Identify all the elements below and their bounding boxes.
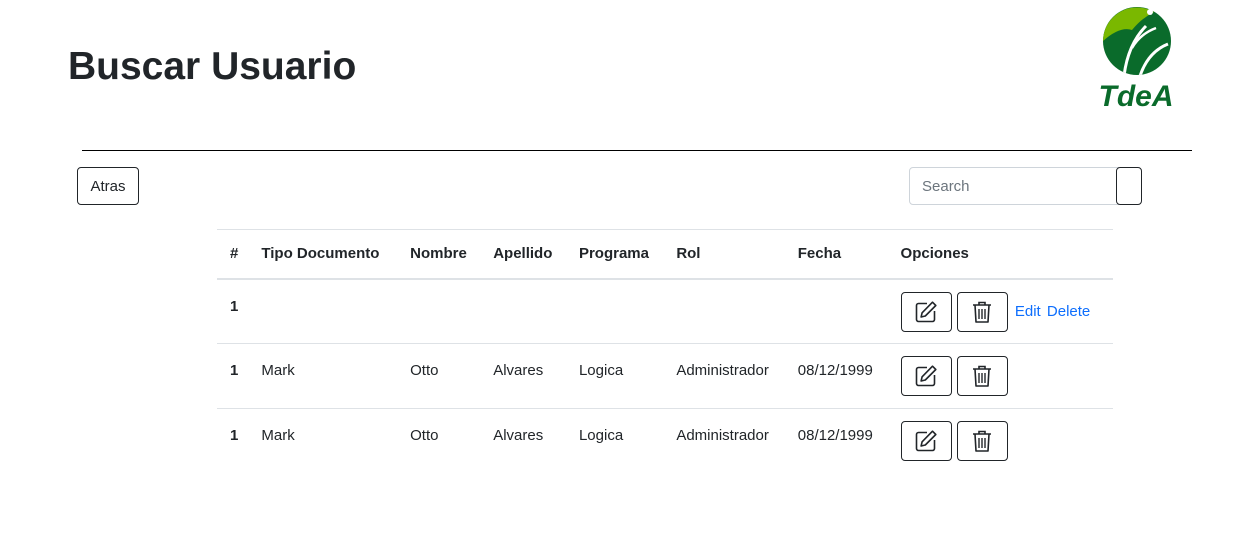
column-header-programa: Programa	[578, 245, 649, 263]
cell-rol: Administrador	[676, 362, 769, 379]
tdea-logo: TdeA	[1084, 4, 1188, 113]
pencil-square-icon	[915, 430, 937, 452]
table-row: 1 Mark Otto Alvares Logica Administrador…	[217, 409, 1113, 474]
table-row: 1 Edit Delete	[217, 279, 1113, 344]
column-header-rol: Rol	[676, 245, 701, 263]
cell-programa: Logica	[578, 427, 624, 444]
delete-button[interactable]	[956, 421, 1008, 461]
cell-opciones	[888, 409, 1113, 474]
edit-link[interactable]: Edit	[1015, 303, 1041, 320]
cell-fecha: 08/12/1999	[797, 362, 873, 379]
trash-icon	[973, 365, 992, 387]
edit-button[interactable]	[900, 356, 952, 396]
cell-tipo-documento: Mark	[261, 362, 295, 379]
cell-nombre: Otto	[410, 427, 439, 444]
table-header-row: # Tipo Documento Nombre Apellido Program…	[217, 229, 1113, 279]
cell-opciones: Edit Delete	[888, 279, 1113, 344]
cell-nombre: Otto	[410, 362, 439, 379]
cell-apellido: Alvares	[493, 427, 544, 444]
logo-emblem-icon: TdeA	[1099, 7, 1174, 113]
cell-apellido: Alvares	[493, 362, 544, 379]
trash-icon	[973, 301, 992, 323]
logo-text: TdeA	[1099, 80, 1174, 112]
column-header-apellido: Apellido	[493, 245, 553, 263]
cell-tipo-documento	[248, 279, 397, 344]
column-header-number: #	[230, 245, 239, 263]
delete-button[interactable]	[956, 356, 1008, 396]
cell-rol	[663, 279, 784, 344]
cell-programa: Logica	[578, 362, 624, 379]
pencil-square-icon	[915, 300, 937, 322]
column-header-nombre: Nombre	[410, 245, 467, 263]
cell-nombre	[397, 279, 480, 344]
cell-fecha	[785, 279, 888, 344]
delete-link[interactable]: Delete	[1047, 303, 1090, 320]
column-header-opciones: Opciones	[900, 245, 969, 263]
column-header-fecha: Fecha	[797, 245, 842, 263]
cell-tipo-documento: Mark	[261, 427, 295, 444]
page-title: Buscar Usuario	[68, 45, 357, 88]
pencil-square-icon	[915, 365, 937, 387]
row-number: 1	[230, 297, 239, 315]
back-button[interactable]: Atras	[77, 167, 139, 205]
cell-apellido	[480, 279, 566, 344]
search-button[interactable]	[1116, 167, 1142, 205]
column-header-tipo-documento: Tipo Documento	[261, 245, 380, 263]
delete-button[interactable]	[956, 291, 1008, 332]
row-number: 1	[230, 362, 239, 379]
users-table: # Tipo Documento Nombre Apellido Program…	[217, 229, 1113, 474]
cell-fecha: 08/12/1999	[797, 427, 873, 444]
cell-programa	[566, 279, 663, 344]
row-number: 1	[230, 427, 239, 444]
table-row: 1 Mark Otto Alvares Logica Administrador…	[217, 344, 1113, 409]
cell-rol: Administrador	[676, 427, 769, 444]
cell-opciones	[888, 344, 1113, 409]
header-divider	[82, 150, 1192, 151]
search-input[interactable]	[909, 167, 1119, 205]
edit-button[interactable]	[900, 421, 952, 461]
trash-icon	[973, 430, 992, 452]
edit-button[interactable]	[900, 291, 952, 332]
